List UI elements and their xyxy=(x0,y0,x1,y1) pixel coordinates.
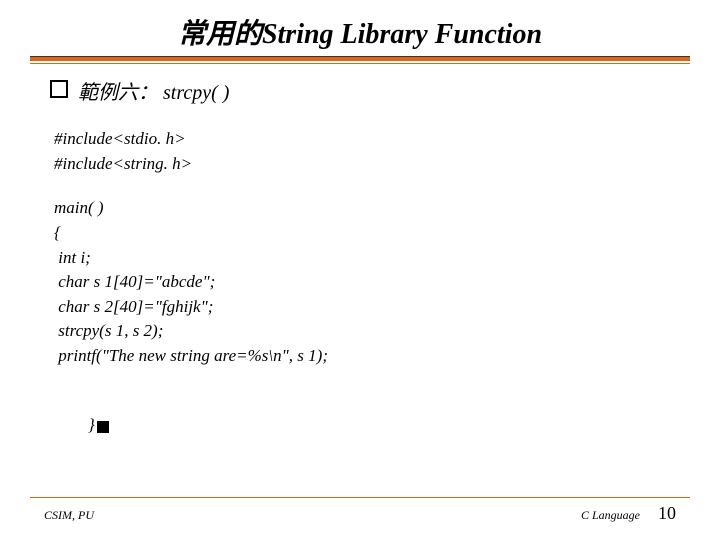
content-area: 範例六： strcpy( ) #include<stdio. h> #inclu… xyxy=(50,76,670,463)
footer-left: CSIM, PU xyxy=(44,508,94,523)
footer-divider xyxy=(30,497,690,498)
code-block: #include<stdio. h> #include<string. h> m… xyxy=(54,127,670,463)
code-line: printf("The new string are=%s\n", s 1); xyxy=(54,344,670,369)
code-line: } xyxy=(54,389,670,463)
code-line: { xyxy=(54,221,670,246)
title-underline xyxy=(30,56,690,61)
black-square-icon xyxy=(97,421,109,433)
bullet-text: 範例六： strcpy( ) xyxy=(78,76,229,105)
bullet-item: 範例六： strcpy( ) xyxy=(50,76,670,105)
square-bullet-icon xyxy=(50,80,68,98)
title-underline-thin xyxy=(30,63,690,64)
code-line: main( ) xyxy=(54,196,670,221)
code-line: #include<string. h> xyxy=(54,152,670,177)
code-line: strcpy(s 1, s 2); xyxy=(54,319,670,344)
slide-title: 常用的String Library Function xyxy=(0,12,720,52)
code-line: int i; xyxy=(54,246,670,271)
code-line: char s 2[40]="fghijk"; xyxy=(54,295,670,320)
page-number: 10 xyxy=(658,503,676,524)
footer: CSIM, PU C Language 10 xyxy=(0,497,720,524)
code-line: char s 1[40]="abcde"; xyxy=(54,270,670,295)
code-line: #include<stdio. h> xyxy=(54,127,670,152)
footer-right-label: C Language xyxy=(581,508,640,523)
